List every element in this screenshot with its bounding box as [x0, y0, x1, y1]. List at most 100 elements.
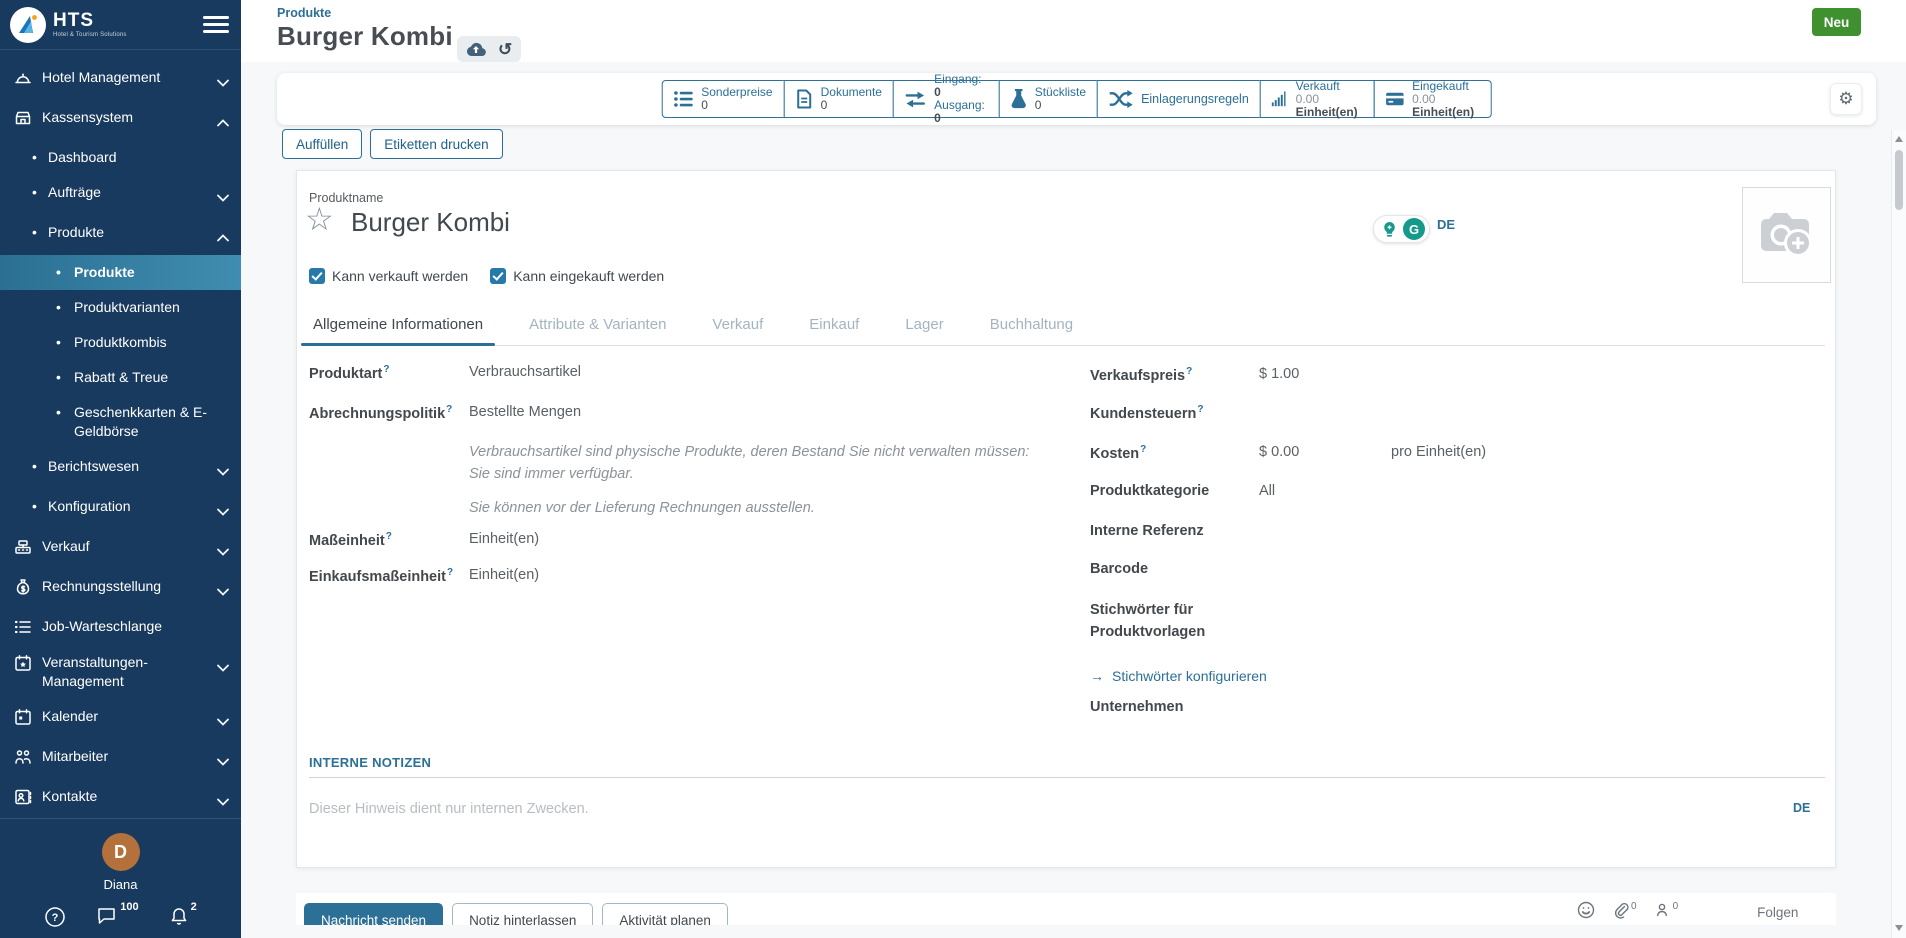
- help-icon[interactable]: ?: [383, 364, 389, 375]
- sidebar-item-kontakte[interactable]: Kontakte: [0, 779, 241, 818]
- stat-stueckliste[interactable]: Stückliste0: [999, 80, 1098, 118]
- sidebar-item-geschenkkarten[interactable]: Geschenkkarten & E-Geldbörse: [0, 395, 241, 449]
- sidebar-item-veranstaltungen[interactable]: Veranstaltungen-Management: [0, 645, 241, 699]
- stat-dokumente[interactable]: Dokumente0: [784, 80, 894, 118]
- stat-verkauft[interactable]: Verkauft 0.00 Einheit(en): [1260, 80, 1375, 118]
- scrollbar-thumb[interactable]: [1895, 150, 1903, 210]
- sidebar-item-produktkombis[interactable]: Produktkombis: [0, 325, 241, 360]
- field-value[interactable]: All: [1259, 483, 1275, 499]
- field-kosten: Kosten? $ 0.00 pro Einheit(en): [1090, 444, 1486, 462]
- stat-value: 0.00: [1296, 92, 1319, 106]
- paperclip-icon[interactable]: 0: [1612, 901, 1637, 919]
- scroll-down-arrow[interactable]: [1895, 925, 1903, 931]
- sidebar-item-rechnungsstellung[interactable]: Rechnungsstellung: [0, 569, 241, 609]
- credit-card-icon: [1386, 90, 1404, 108]
- sidebar-item-verkauf[interactable]: Verkauf: [0, 529, 241, 569]
- field-value[interactable]: Bestellte Mengen: [469, 404, 581, 420]
- checkbox-checked-icon: [490, 268, 506, 284]
- log-note-button[interactable]: Notiz hinterlassen: [452, 903, 593, 925]
- help-icon[interactable]: ?: [1186, 366, 1192, 377]
- help-icon[interactable]: ?: [1197, 404, 1203, 415]
- lightbulb-icon[interactable]: [1378, 218, 1400, 240]
- tab-allgemeine-informationen[interactable]: Allgemeine Informationen: [309, 316, 487, 345]
- notes-language-badge[interactable]: DE: [1793, 801, 1810, 815]
- field-unternehmen: Unternehmen: [1090, 699, 1259, 715]
- grammar-g-icon[interactable]: G: [1403, 218, 1425, 240]
- tab-buchhaltung[interactable]: Buchhaltung: [986, 316, 1077, 345]
- field-value[interactable]: $ 0.00: [1259, 444, 1363, 460]
- schedule-activity-button[interactable]: Aktivität planen: [602, 903, 728, 925]
- field-value[interactable]: Einheit(en): [469, 531, 539, 547]
- tab-verkauf[interactable]: Verkauf: [708, 316, 767, 345]
- stat-label: Stückliste: [1035, 86, 1086, 99]
- sidebar-item-kalender[interactable]: Kalender: [0, 699, 241, 739]
- help-icon[interactable]: ?: [447, 567, 453, 578]
- sidebar: HTS Hotel & Tourism Solutions Hotel Mana…: [0, 0, 241, 938]
- field-value[interactable]: Einheit(en): [469, 567, 539, 583]
- help-button[interactable]: ?: [44, 906, 66, 928]
- checkbox-label: Kann verkauft werden: [332, 268, 468, 284]
- settings-gear-button[interactable]: ⚙: [1830, 83, 1862, 115]
- sidebar-item-label: Veranstaltungen-Management: [42, 653, 211, 691]
- field-label: Stichwörter für Produktvorlagen: [1090, 599, 1250, 643]
- cloud-save-icon[interactable]: [466, 41, 486, 57]
- sidebar-item-berichtswesen[interactable]: Berichtswesen: [0, 449, 241, 489]
- sidebar-logo-row: HTS Hotel & Tourism Solutions: [0, 0, 241, 50]
- tab-attribute-varianten[interactable]: Attribute & Varianten: [525, 316, 670, 345]
- send-message-button[interactable]: Nachricht senden: [304, 903, 443, 925]
- sidebar-item-konfiguration[interactable]: Konfiguration: [0, 489, 241, 529]
- follow-button[interactable]: Folgen: [1757, 905, 1798, 920]
- sidebar-item-dashboard[interactable]: Dashboard: [0, 140, 241, 175]
- sidebar-item-produkte[interactable]: Produkte: [0, 255, 241, 290]
- sidebar-item-hotel-management[interactable]: Hotel Management: [0, 60, 241, 100]
- notifications-button[interactable]: 2: [169, 906, 197, 927]
- sidebar-item-kassensystem[interactable]: Kassensystem: [0, 100, 241, 140]
- help-icon[interactable]: ?: [386, 531, 392, 542]
- field-value[interactable]: Verbrauchsartikel: [469, 364, 581, 380]
- undo-icon[interactable]: ↺: [498, 41, 512, 58]
- sidebar-item-produkte-group[interactable]: Produkte: [0, 215, 241, 255]
- help-icon[interactable]: ?: [1140, 444, 1146, 455]
- can-buy-checkbox[interactable]: Kann eingekauft werden: [490, 268, 664, 284]
- chat-button[interactable]: 100: [96, 906, 138, 926]
- sidebar-item-auftraege[interactable]: Aufträge: [0, 175, 241, 215]
- sidebar-item-job-warteschlange[interactable]: Job-Warteschlange: [0, 609, 241, 645]
- stat-eingekauft[interactable]: Eingekauft 0.00 Einheit(en): [1374, 80, 1492, 118]
- avatar[interactable]: D: [102, 833, 140, 871]
- field-label: Produktart?: [309, 364, 469, 382]
- auffuellen-button[interactable]: Auffüllen: [282, 129, 362, 159]
- favorite-star-icon[interactable]: ☆: [305, 203, 334, 235]
- sidebar-item-rabatt-treue[interactable]: Rabatt & Treue: [0, 360, 241, 395]
- chevron-down-icon: [211, 462, 229, 481]
- sidebar-item-mitarbeiter[interactable]: Mitarbeiter: [0, 739, 241, 779]
- scroll-up-arrow[interactable]: [1895, 136, 1903, 142]
- stat-einlagerungsregeln[interactable]: Einlagerungsregeln: [1097, 80, 1261, 118]
- field-language-badge[interactable]: DE: [1437, 217, 1455, 232]
- sidebar-item-label: Produktkombis: [74, 333, 171, 352]
- field-label: Produktkategorie: [1090, 483, 1259, 499]
- flask-icon: [1011, 89, 1027, 109]
- bullet-icon: [32, 223, 42, 242]
- breadcrumb[interactable]: Produkte: [277, 6, 331, 20]
- field-verkaufspreis: Verkaufspreis? $ 1.00: [1090, 366, 1299, 384]
- product-image-placeholder[interactable]: [1742, 187, 1831, 283]
- stat-eingang-ausgang[interactable]: Eingang: 0 Ausgang: 0: [893, 80, 1000, 118]
- help-icon[interactable]: ?: [446, 404, 452, 415]
- hts-logo[interactable]: [10, 7, 46, 43]
- followers-icon[interactable]: 0: [1654, 901, 1679, 919]
- can-sell-checkbox[interactable]: Kann verkauft werden: [309, 268, 468, 284]
- field-value[interactable]: $ 1.00: [1259, 366, 1299, 382]
- new-button[interactable]: Neu: [1812, 8, 1861, 36]
- emoji-icon[interactable]: [1577, 901, 1595, 919]
- etiketten-drucken-button[interactable]: Etiketten drucken: [370, 129, 502, 159]
- tab-lager[interactable]: Lager: [901, 316, 947, 345]
- tab-einkauf[interactable]: Einkauf: [805, 316, 863, 345]
- configure-keywords-link[interactable]: → Stichwörter konfigurieren: [1090, 668, 1267, 684]
- product-name-input[interactable]: Burger Kombi: [351, 207, 510, 238]
- stat-sonderpreise[interactable]: Sonderpreise0: [661, 80, 784, 118]
- internal-notes-input[interactable]: Dieser Hinweis dient nur internen Zwecke…: [309, 801, 589, 817]
- hamburger-icon[interactable]: [203, 12, 229, 37]
- queue-list-icon: [12, 617, 34, 637]
- sidebar-item-produktvarianten[interactable]: Produktvarianten: [0, 290, 241, 325]
- chevron-down-icon: [211, 73, 229, 92]
